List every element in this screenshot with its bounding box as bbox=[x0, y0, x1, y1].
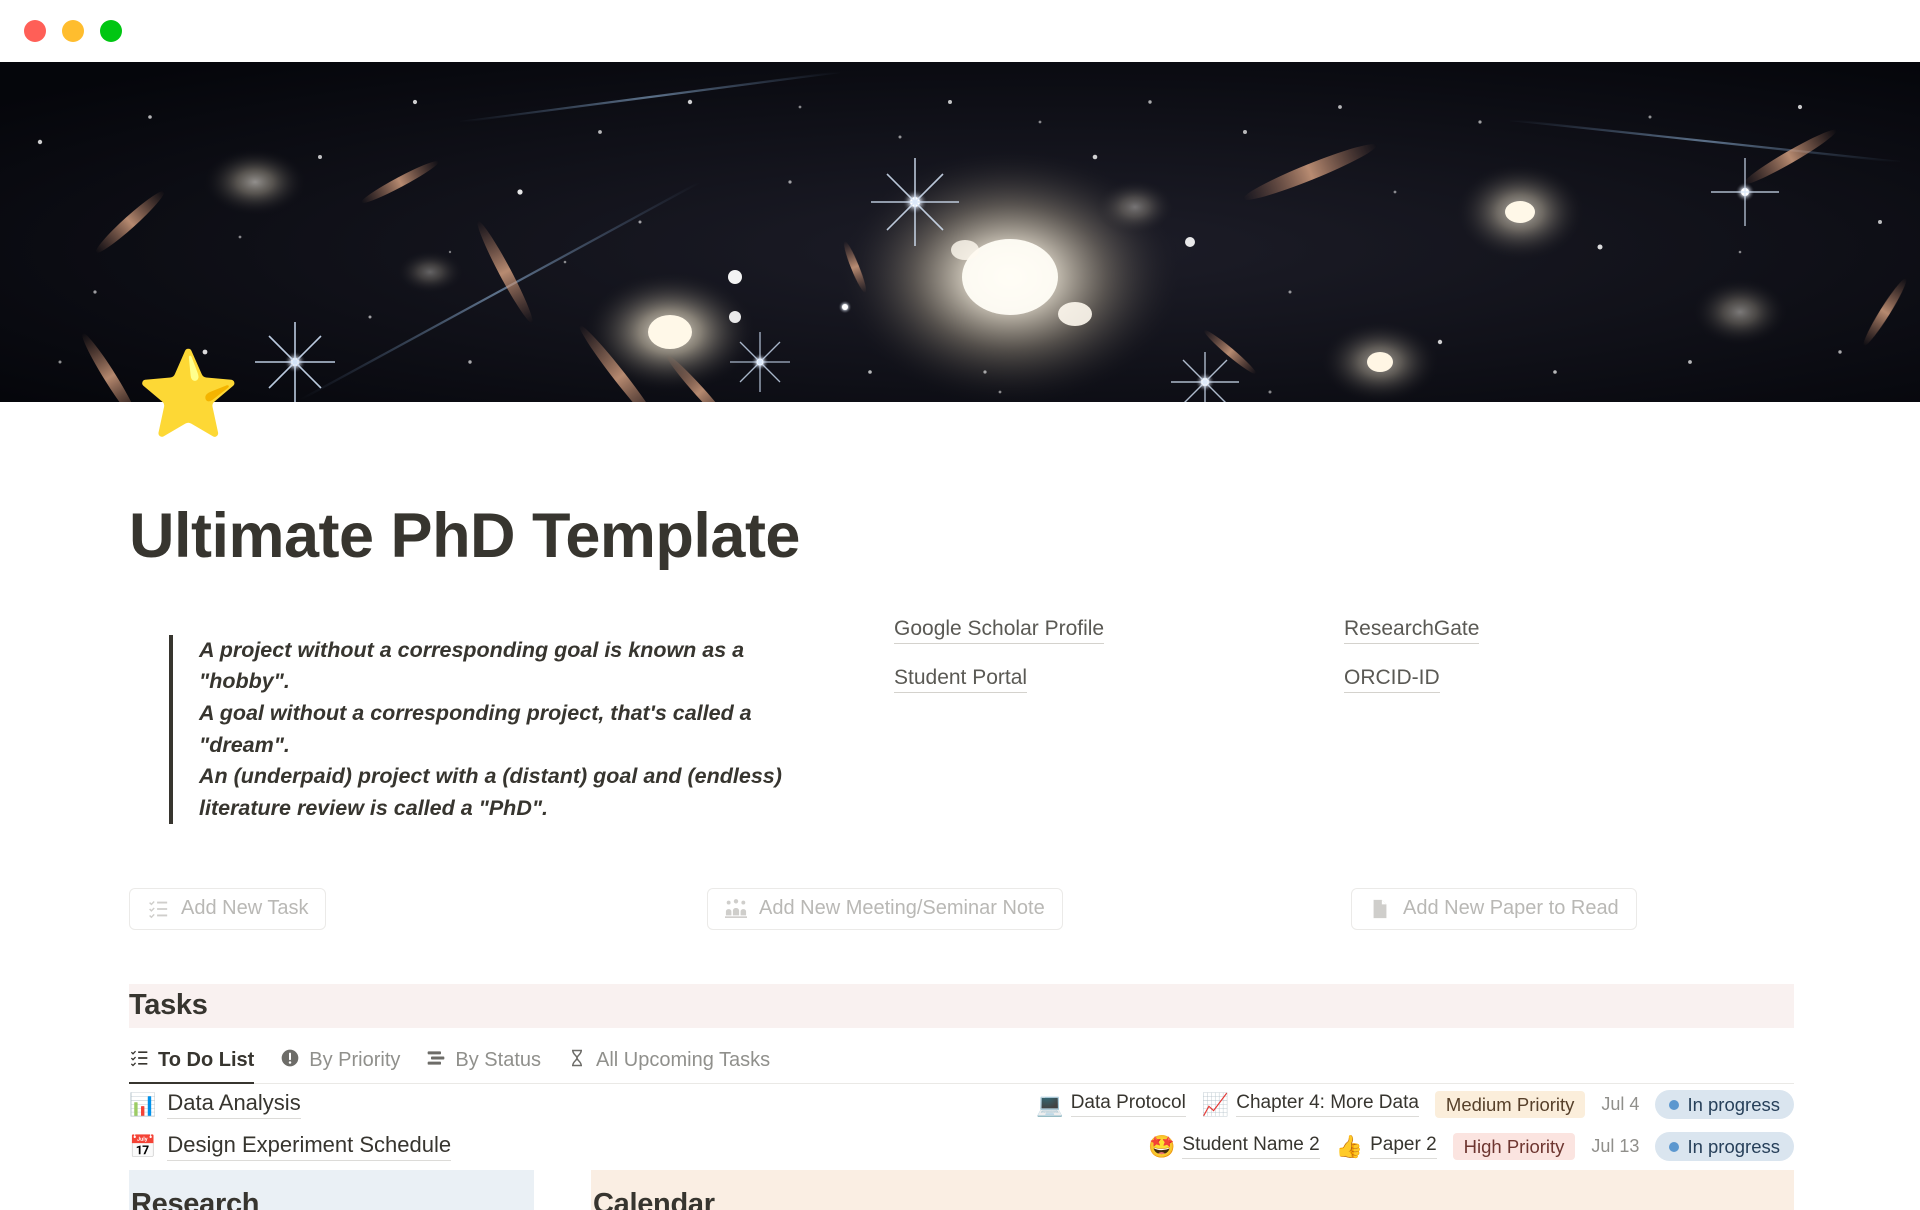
related-student[interactable]: 🤩 Student Name 2 bbox=[1147, 1133, 1320, 1160]
quick-add-button-row: Add New Task Add New Meeting/Seminar Not… bbox=[129, 887, 1794, 932]
star-struck-icon: 🤩 bbox=[1147, 1133, 1176, 1159]
window-titlebar bbox=[0, 0, 1920, 62]
table-row[interactable]: 📅 Design Experiment Schedule 🤩 Student N… bbox=[129, 1126, 1794, 1168]
related-protocol[interactable]: 💻 Data Protocol bbox=[1036, 1091, 1186, 1118]
table-row[interactable]: 📊 Data Analysis 💻 Data Protocol 📈 Chapte… bbox=[129, 1084, 1794, 1126]
related-paper-label[interactable]: Paper 2 bbox=[1370, 1134, 1437, 1160]
add-new-meeting-note-label: Add New Meeting/Seminar Note bbox=[759, 897, 1045, 920]
people-icon bbox=[725, 898, 747, 920]
laptop-icon: 💻 bbox=[1036, 1091, 1064, 1117]
tasks-view-tabs: To Do List By Priority By Status All Upc… bbox=[129, 1038, 1794, 1084]
page-content: Ultimate PhD Template A project without … bbox=[129, 402, 1794, 1210]
page-title: Ultimate PhD Template bbox=[129, 501, 800, 571]
link-column-right: ResearchGate ORCID-ID bbox=[1344, 617, 1794, 846]
exclamation-icon bbox=[280, 1048, 300, 1074]
hourglass-icon bbox=[567, 1048, 587, 1074]
document-icon bbox=[1369, 898, 1391, 920]
intro-row: A project without a corresponding goal i… bbox=[129, 613, 1794, 846]
task-meta-cell: 💻 Data Protocol 📈 Chapter 4: More Data M… bbox=[1036, 1090, 1794, 1120]
related-chapter-label[interactable]: Chapter 4: More Data bbox=[1236, 1092, 1419, 1118]
task-name-cell: 📅 Design Experiment Schedule bbox=[129, 1132, 452, 1162]
link-researchgate[interactable]: ResearchGate bbox=[1344, 617, 1480, 645]
add-new-task-button[interactable]: Add New Task bbox=[129, 887, 327, 930]
link-student-portal[interactable]: Student Portal bbox=[894, 666, 1028, 694]
page-cover-image[interactable] bbox=[0, 62, 1920, 402]
quote-block: A project without a corresponding goal i… bbox=[169, 634, 792, 825]
due-date[interactable]: Jul 4 bbox=[1601, 1094, 1639, 1115]
related-chapter[interactable]: 📈 Chapter 4: More Data bbox=[1201, 1091, 1419, 1118]
link-column-left: Google Scholar Profile Student Portal bbox=[894, 617, 1344, 846]
minimize-window-button[interactable] bbox=[62, 20, 84, 42]
traffic-light-group bbox=[24, 20, 122, 42]
quote-line-1: A project without a corresponding goal i… bbox=[199, 637, 751, 694]
quote-line-3: An (underpaid) project with a (distant) … bbox=[199, 764, 788, 820]
status-label: In progress bbox=[1687, 1135, 1780, 1157]
quote-line-2: A goal without a corresponding project, … bbox=[199, 700, 758, 757]
bottom-sections-row: Research Calendar bbox=[129, 1170, 1794, 1210]
task-title[interactable]: Design Experiment Schedule bbox=[167, 1132, 452, 1162]
status-label: In progress bbox=[1687, 1093, 1780, 1115]
chart-increasing-icon: 📈 bbox=[1201, 1091, 1230, 1117]
task-name-cell: 📊 Data Analysis bbox=[129, 1090, 301, 1120]
tab-all-upcoming-tasks-label: All Upcoming Tasks bbox=[596, 1049, 771, 1072]
status-badge[interactable]: In progress bbox=[1655, 1132, 1794, 1162]
tasks-heading: Tasks bbox=[129, 989, 208, 1022]
status-dot-icon bbox=[1669, 1141, 1680, 1152]
add-new-meeting-note-button[interactable]: Add New Meeting/Seminar Note bbox=[707, 887, 1063, 930]
link-orcid-id[interactable]: ORCID-ID bbox=[1344, 666, 1440, 694]
tab-by-priority[interactable]: By Priority bbox=[280, 1048, 400, 1083]
tab-by-status-label: By Status bbox=[455, 1049, 542, 1072]
external-links: Google Scholar Profile Student Portal Re… bbox=[832, 613, 1794, 846]
close-window-button[interactable] bbox=[24, 20, 46, 42]
page-body: Ultimate PhD Template A project without … bbox=[0, 402, 1920, 1204]
tab-by-priority-label: By Priority bbox=[309, 1049, 401, 1072]
task-emoji-icon: 📊 bbox=[129, 1091, 157, 1117]
related-student-label[interactable]: Student Name 2 bbox=[1182, 1134, 1320, 1160]
add-new-task-label: Add New Task bbox=[181, 897, 309, 920]
tasks-section-header: Tasks bbox=[129, 983, 1794, 1028]
due-date[interactable]: Jul 13 bbox=[1591, 1136, 1639, 1157]
thumbs-up-icon: 👍 bbox=[1335, 1133, 1364, 1159]
priority-badge[interactable]: High Priority bbox=[1452, 1133, 1576, 1161]
link-google-scholar-profile[interactable]: Google Scholar Profile bbox=[894, 617, 1105, 645]
status-bars-icon bbox=[426, 1048, 446, 1074]
checklist-icon bbox=[129, 1048, 149, 1074]
related-protocol-label[interactable]: Data Protocol bbox=[1070, 1092, 1186, 1118]
calendar-section-header: Calendar bbox=[591, 1170, 1794, 1210]
tab-to-do-list[interactable]: To Do List bbox=[129, 1048, 255, 1084]
task-emoji-icon: 📅 bbox=[129, 1133, 157, 1159]
related-paper[interactable]: 👍 Paper 2 bbox=[1335, 1133, 1437, 1160]
tab-all-upcoming-tasks[interactable]: All Upcoming Tasks bbox=[567, 1048, 770, 1083]
calendar-heading: Calendar bbox=[593, 1188, 715, 1210]
status-badge[interactable]: In progress bbox=[1655, 1090, 1794, 1120]
priority-badge[interactable]: Medium Priority bbox=[1434, 1091, 1586, 1119]
add-new-paper-label: Add New Paper to Read bbox=[1403, 897, 1619, 920]
add-new-paper-button[interactable]: Add New Paper to Read bbox=[1351, 887, 1637, 930]
page-icon-star[interactable]: ⭐ bbox=[136, 352, 241, 436]
task-title[interactable]: Data Analysis bbox=[167, 1090, 301, 1120]
research-heading: Research bbox=[131, 1188, 260, 1210]
task-meta-cell: 🤩 Student Name 2 👍 Paper 2 High Priority… bbox=[1147, 1132, 1794, 1162]
status-dot-icon bbox=[1669, 1099, 1680, 1110]
research-section-header: Research bbox=[129, 1170, 534, 1210]
checklist-icon bbox=[147, 898, 169, 920]
maximize-window-button[interactable] bbox=[100, 20, 122, 42]
tab-by-status[interactable]: By Status bbox=[426, 1048, 541, 1083]
tab-to-do-list-label: To Do List bbox=[158, 1049, 255, 1072]
